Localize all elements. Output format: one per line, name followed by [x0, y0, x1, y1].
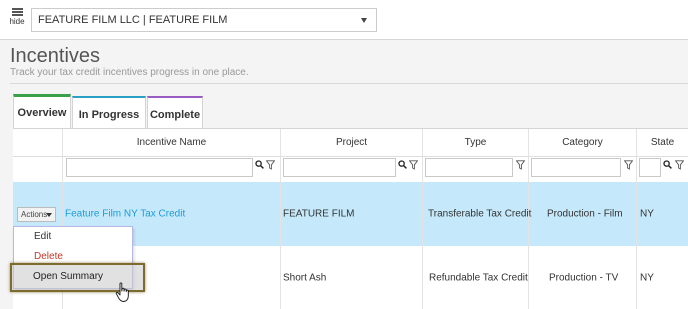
menu-item-edit[interactable]: Edit — [14, 227, 132, 247]
filter-icon[interactable] — [265, 160, 276, 172]
filter-cell-state — [637, 156, 688, 182]
hand-pointer-icon — [115, 282, 133, 304]
type-value: Transferable Tax Credit — [428, 208, 532, 220]
filter-cell-empty — [13, 156, 63, 182]
type-value: Refundable Tax Credit — [429, 272, 528, 283]
column-header-project[interactable]: Project — [281, 129, 423, 156]
search-icon[interactable] — [398, 160, 407, 171]
hide-label: hide — [9, 17, 25, 26]
filter-icon[interactable] — [515, 160, 526, 172]
hamburger-icon — [11, 8, 23, 16]
incentive-name-link[interactable]: Feature Film NY Tax Credit — [65, 209, 185, 220]
search-icon[interactable] — [663, 160, 672, 171]
state-cell: NY — [637, 246, 688, 309]
top-bar: hide FEATURE FILM LLC | FEATURE FILM — [0, 0, 688, 40]
category-value: Production - TV — [549, 272, 619, 283]
project-filter-input[interactable] — [283, 158, 396, 177]
project-cell: Short Ash — [281, 246, 423, 309]
state-cell: NY — [637, 182, 688, 246]
type-cell: Transferable Tax Credit — [423, 182, 532, 246]
filter-icon[interactable] — [623, 160, 634, 172]
category-cell: Production - Film — [529, 182, 637, 246]
filter-cell-incentive-name — [63, 156, 281, 182]
state-value: NY — [640, 208, 654, 220]
company-select[interactable]: FEATURE FILM LLC | FEATURE FILM — [31, 8, 377, 32]
tab-overview[interactable]: Overview — [13, 94, 71, 128]
filter-cell-project — [281, 156, 423, 182]
header-divider — [10, 83, 688, 84]
header-separator — [13, 156, 688, 157]
company-select-value: FEATURE FILM LLC | FEATURE FILM — [38, 14, 228, 26]
type-cell: Refundable Tax Credit — [423, 246, 529, 309]
actions-dropdown-button[interactable]: Actions — [17, 207, 56, 222]
project-value: Short Ash — [283, 272, 327, 283]
filter-icon[interactable] — [408, 160, 419, 172]
search-icon[interactable] — [255, 160, 264, 171]
type-filter-input[interactable] — [425, 158, 513, 177]
column-header-incentive-name[interactable]: Incentive Name — [63, 129, 281, 156]
tab-complete[interactable]: Complete — [147, 96, 203, 128]
filter-cell-category — [529, 156, 637, 182]
filter-row — [13, 156, 688, 182]
incentive-name-filter-input[interactable] — [66, 158, 253, 177]
category-cell: Production - TV — [529, 246, 637, 309]
chevron-down-icon — [361, 18, 367, 23]
tab-in-progress[interactable]: In Progress — [72, 96, 146, 128]
open-summary-label: Open Summary — [33, 271, 104, 282]
chevron-down-icon — [46, 213, 52, 217]
column-header-actions — [13, 129, 63, 156]
category-value: Production - Film — [547, 208, 623, 220]
project-cell: FEATURE FILM — [281, 182, 423, 246]
state-value: NY — [640, 272, 654, 283]
column-header-state[interactable]: State — [637, 129, 688, 156]
filter-cell-type — [423, 156, 529, 182]
page-subtitle: Track your tax credit incentives progres… — [10, 67, 249, 78]
category-filter-input[interactable] — [531, 158, 621, 177]
hide-sidebar-button[interactable]: hide — [6, 8, 28, 26]
filter-icon[interactable] — [674, 160, 685, 172]
column-header-type[interactable]: Type — [423, 129, 529, 156]
project-value: FEATURE FILM — [283, 208, 355, 220]
page-title: Incentives — [10, 45, 101, 67]
column-header-category[interactable]: Category — [529, 129, 637, 156]
state-filter-input[interactable] — [639, 158, 661, 177]
actions-label: Actions — [21, 210, 48, 219]
